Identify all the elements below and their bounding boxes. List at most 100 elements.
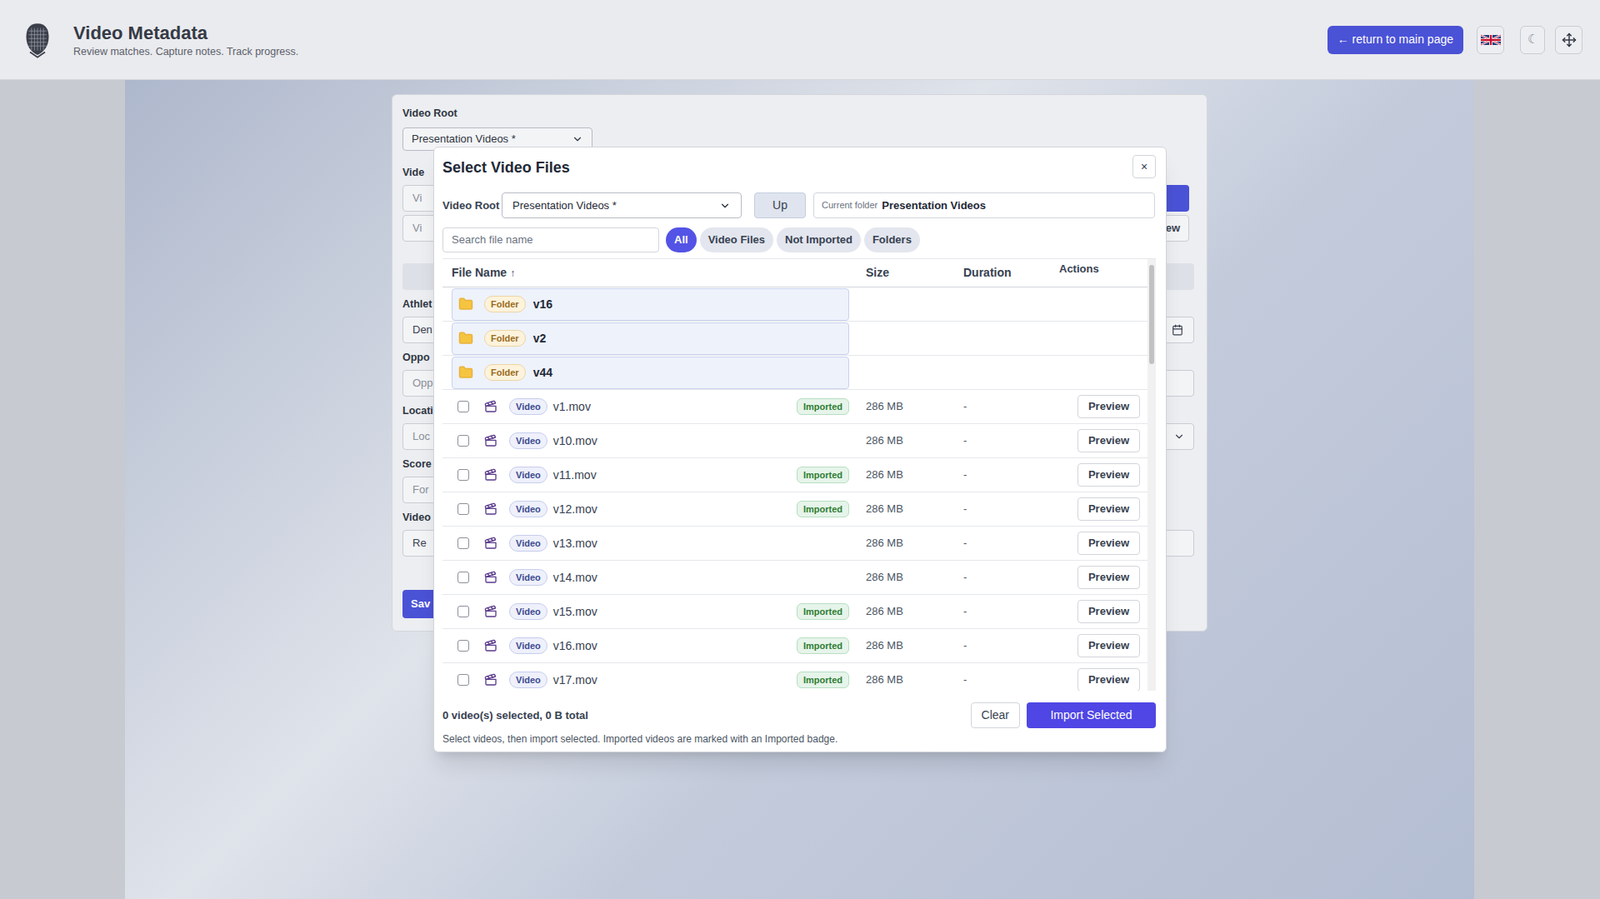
duration-cell: - (963, 500, 1060, 518)
return-button[interactable]: ← return to main page (1327, 25, 1464, 55)
row-checkbox[interactable] (457, 640, 470, 652)
video-badge: Video (509, 671, 548, 689)
clapperboard-icon (484, 536, 498, 550)
size-cell: 286 MB (865, 432, 964, 450)
column-header[interactable]: Size (865, 264, 964, 282)
scrollbar-thumb[interactable] (1149, 265, 1155, 365)
preview-button[interactable]: Preview (1077, 600, 1140, 624)
duration-cell: - (963, 535, 1060, 552)
clapperboard-icon (484, 468, 498, 482)
video-row[interactable]: Video v12.mov Imported 286 MB-Preview (442, 492, 1148, 527)
duration-cell: - (963, 569, 1060, 586)
video-badge: Video (509, 466, 548, 484)
video-row[interactable]: Videov14.mov286 MB-Preview (442, 560, 1148, 595)
page: Video MetadataReview matches. Capture no… (0, 0, 1600, 899)
uk-flag-icon (1480, 34, 1501, 46)
size-cell: 286 MB (865, 500, 964, 518)
video-name: v15.mov (553, 603, 598, 621)
video-name: v10.mov (553, 432, 598, 450)
row-checkbox[interactable] (457, 503, 470, 515)
chevron-icon (719, 200, 731, 212)
clapperboard-icon (484, 673, 498, 687)
import-button[interactable]: Import Selected (1026, 702, 1156, 729)
size-cell: 286 MB (865, 671, 964, 689)
row-checkbox[interactable] (457, 605, 470, 618)
folder-row[interactable]: Folderv16 (442, 287, 1148, 322)
app-title: Video Metadata (73, 21, 299, 45)
clapperboard-icon (484, 502, 498, 516)
preview-button[interactable]: Preview (1077, 429, 1140, 453)
row-checkbox[interactable] (457, 571, 470, 584)
duration-cell: - (963, 671, 1060, 689)
top-bar: Video MetadataReview matches. Capture no… (0, 0, 1600, 80)
theme-toggle[interactable]: ☾ (1520, 25, 1545, 55)
video-name: v13.mov (553, 535, 598, 553)
folder-badge: Folder (484, 295, 526, 313)
field-label: Video Root (402, 105, 1197, 121)
column-header: Actions (1059, 259, 1148, 278)
filter-pill[interactable]: All (665, 227, 697, 253)
video-row[interactable]: Videov1.movImported286 MB-Preview (442, 390, 1148, 425)
duration-cell: - (963, 603, 1060, 620)
search-input[interactable]: Search file name (442, 227, 660, 253)
preview-button[interactable]: Preview (1077, 497, 1140, 521)
video-name: v12.mov (553, 500, 598, 519)
preview-button[interactable]: Preview (1077, 565, 1140, 590)
close-button[interactable]: × (1132, 155, 1156, 179)
row-checkbox[interactable] (457, 400, 470, 413)
video-badge: Video (509, 637, 548, 655)
filter-pill[interactable]: Folders (864, 227, 920, 253)
row-checkbox[interactable] (457, 435, 470, 447)
video-badge: Video (509, 569, 548, 586)
video-name: v11.mov (553, 466, 597, 485)
layout-button[interactable] (1555, 25, 1583, 55)
duration-cell: - (963, 398, 1060, 415)
row-checkbox[interactable] (457, 537, 470, 550)
root-select[interactable]: Presentation Videos * (501, 192, 742, 219)
file-table: File Name↑SizeDurationActionsFolderv16Fo… (442, 258, 1156, 691)
preview-button[interactable]: Preview (1077, 531, 1140, 555)
preview-button[interactable]: Preview (1077, 395, 1140, 419)
video-badge: Video (509, 500, 548, 518)
imported-badge: Imported (796, 500, 850, 518)
preview-button[interactable]: Preview (1077, 634, 1140, 658)
column-header[interactable]: File Name↑ (451, 264, 850, 282)
language-button[interactable] (1476, 25, 1505, 55)
clapperboard-icon (484, 605, 498, 619)
imported-badge: Imported (796, 398, 850, 415)
preview-button[interactable]: Preview (1077, 668, 1140, 691)
up-button[interactable]: Up (754, 192, 806, 219)
video-row[interactable]: Videov17.movImported286 MB-Preview (442, 663, 1148, 691)
video-row[interactable]: Videov15.movImported286 MB-Preview (442, 595, 1148, 630)
field-label: Video (402, 508, 431, 527)
video-badge: Video (509, 535, 548, 552)
video-badge: Video (509, 432, 548, 450)
preview-button[interactable]: Preview (1077, 463, 1140, 487)
app-subtitle: Review matches. Capture notes. Track pro… (73, 45, 299, 59)
imported-badge: Imported (796, 466, 850, 484)
folder-name: v44 (533, 364, 553, 382)
folder-row[interactable]: Folderv44 (442, 355, 1148, 390)
dialog-title: Select Video Files (442, 157, 570, 178)
filter-pill[interactable]: Not Imported (776, 227, 861, 253)
clapperboard-icon (484, 434, 498, 448)
video-row[interactable]: Videov16.movImported286 MB-Preview (442, 629, 1148, 664)
root-label: Video Root (442, 197, 502, 215)
folder-row[interactable]: Folderv2 (442, 321, 1148, 356)
video-row[interactable]: Videov13.mov286 MB-Preview (442, 526, 1148, 561)
column-header[interactable]: Duration (963, 264, 1060, 282)
field-label: Vide (402, 163, 425, 182)
scrollbar[interactable] (1147, 259, 1156, 691)
video-row[interactable]: Video v10.mov 286 MB-Preview (442, 424, 1148, 459)
row-checkbox[interactable] (457, 674, 470, 686)
video-row[interactable]: Videov11.movImported286 MB-Preview (442, 458, 1148, 493)
field-label: Score (402, 455, 432, 474)
clear-button[interactable]: Clear (970, 702, 1020, 729)
size-cell: 286 MB (865, 603, 964, 620)
duration-cell: - (963, 432, 1060, 450)
row-checkbox[interactable] (457, 469, 470, 481)
filter-pill[interactable]: Video Files (700, 227, 774, 253)
folder-icon (457, 365, 475, 380)
chevron-icon (1173, 430, 1185, 443)
import-hint: Select videos, then import selected. Imp… (442, 733, 838, 745)
